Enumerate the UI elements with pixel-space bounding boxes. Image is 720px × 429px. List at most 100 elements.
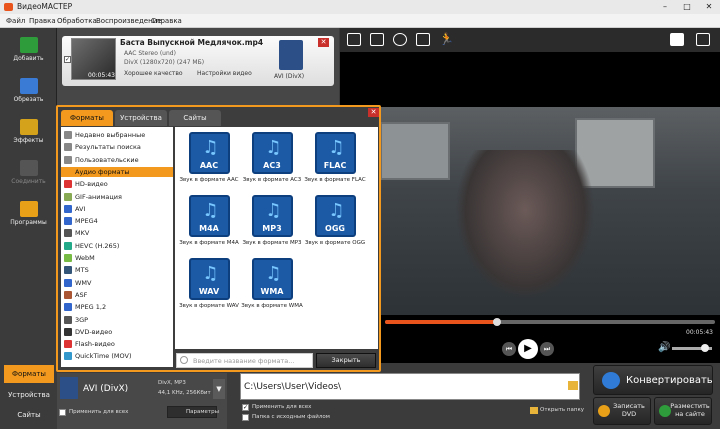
tab-sites[interactable]: Сайты — [4, 406, 54, 424]
dialog-tab-sites[interactable]: Сайты — [169, 110, 221, 126]
category-item[interactable]: MPEG4 — [61, 216, 173, 226]
category-label: AVI — [75, 204, 86, 213]
dialog-close-icon[interactable]: ✕ — [368, 108, 379, 117]
category-item[interactable]: MTS — [61, 265, 173, 275]
category-item[interactable]: Аудио форматы — [61, 166, 173, 177]
maximize-icon[interactable]: □ — [676, 0, 698, 14]
category-item[interactable]: QuickTime (MOV) — [61, 351, 173, 361]
category-item[interactable]: 3GP — [61, 315, 173, 325]
category-item[interactable]: Пользовательские — [61, 155, 173, 165]
dialog-tab-devices[interactable]: Устройства — [115, 110, 167, 126]
category-item[interactable]: Недавно выбранные — [61, 130, 173, 140]
apply-all-output-checkbox[interactable]: ✓ — [242, 404, 249, 411]
category-item[interactable]: GIF-анимация — [61, 192, 173, 202]
programs-button[interactable]: Программы — [4, 198, 53, 233]
format-tile[interactable]: ♫ WMA Звук в формате WMA — [239, 258, 305, 320]
effects-button[interactable]: Эффекты — [4, 116, 53, 151]
output-path-field[interactable]: C:\Users\User\Videos\ — [240, 373, 580, 400]
category-item[interactable]: WMV — [61, 278, 173, 288]
tab-formats[interactable]: Форматы — [4, 365, 54, 383]
menu-process[interactable]: Обработка — [57, 14, 97, 28]
preview-toolbar: 🏃 — [340, 28, 720, 52]
format-search-input[interactable]: Введите название формата... — [176, 353, 313, 368]
source-folder-checkbox[interactable] — [242, 414, 249, 421]
convert-button[interactable]: Конвертировать — [593, 365, 713, 395]
category-item[interactable]: Flash-видео — [61, 339, 173, 349]
app-logo-icon — [4, 3, 13, 11]
dialog-tab-formats[interactable]: Форматы — [61, 110, 113, 126]
join-icon — [19, 160, 38, 176]
crop-icon[interactable] — [347, 33, 361, 46]
search-icon — [180, 356, 188, 364]
add-button[interactable]: Добавить — [4, 34, 53, 69]
format-tile[interactable]: ♫ M4A Звук в формате M4A — [176, 195, 242, 257]
remove-file-icon[interactable]: ✕ — [318, 38, 329, 47]
format-tile[interactable]: ♫ AC3 Звук в формате AC3 — [239, 132, 305, 194]
category-item[interactable]: MPEG 1,2 — [61, 302, 173, 312]
category-icon — [64, 241, 72, 250]
category-item[interactable]: DVD-видео — [61, 327, 173, 337]
fullscreen-icon[interactable] — [696, 33, 710, 46]
category-item[interactable]: AVI — [61, 204, 173, 214]
category-item[interactable]: HEVC (H.265) — [61, 241, 173, 251]
category-icon — [64, 352, 72, 361]
upload-site-button[interactable]: Разместить на сайте — [654, 397, 712, 425]
trim-button[interactable]: Обрезать — [4, 75, 53, 110]
text-icon[interactable] — [416, 33, 430, 46]
category-item[interactable]: ASF — [61, 290, 173, 300]
category-label: ASF — [75, 290, 88, 299]
browse-folder-icon[interactable] — [568, 381, 578, 390]
open-folder-link[interactable]: Открыть папку — [540, 407, 584, 413]
music-note-icon: ♫ — [328, 137, 345, 158]
music-note-icon: ♫ — [202, 200, 219, 221]
format-caption: Звук в формате WMA — [241, 303, 303, 309]
burn-dvd-button[interactable]: Записать DVD — [593, 397, 651, 425]
brightness-icon[interactable] — [393, 33, 407, 46]
quality-label[interactable]: Хорошее качество — [124, 70, 183, 77]
effects-icon — [19, 119, 38, 135]
output-format[interactable]: AVI (DivX) — [83, 384, 128, 394]
join-button[interactable]: Соединить — [4, 157, 53, 192]
dialog-close-button[interactable]: Закрыть — [316, 353, 376, 368]
file-name: Баста Выпускной Медлячок.mp4 — [120, 38, 264, 47]
category-icon — [64, 229, 72, 238]
next-icon[interactable]: ⏭ — [540, 342, 554, 356]
category-icon — [64, 315, 72, 324]
menu-edit[interactable]: Правка — [29, 14, 56, 28]
category-label: MPEG4 — [75, 217, 98, 226]
category-item[interactable]: WebM — [61, 253, 173, 263]
stabilize-icon[interactable] — [370, 33, 384, 46]
convert-icon — [602, 372, 620, 389]
category-icon — [64, 327, 72, 336]
video-settings-link[interactable]: Настройки видео — [197, 70, 252, 77]
format-tile[interactable]: ♫ FLAC Звук в формате FLAC — [302, 132, 368, 194]
speed-icon[interactable]: 🏃 — [439, 33, 454, 46]
format-caption: Звук в формате MP3 — [242, 240, 302, 246]
format-tile[interactable]: ♫ WAV Звук в формате WAV — [176, 258, 242, 320]
music-note-icon: ♫ — [265, 263, 282, 284]
params-button[interactable]: Параметры — [167, 406, 219, 418]
play-button[interactable]: ▶ — [518, 339, 538, 359]
volume-icon[interactable]: 🔊 — [658, 342, 670, 353]
category-item[interactable]: MKV — [61, 228, 173, 238]
category-item[interactable]: HD-видео — [61, 179, 173, 189]
close-window-icon[interactable]: ✕ — [698, 0, 720, 14]
tab-devices[interactable]: Устройства — [4, 386, 54, 404]
format-caption: Звук в формате AAC — [179, 177, 239, 183]
minimize-icon[interactable]: – — [654, 0, 676, 14]
file-checkbox[interactable]: ✓ — [64, 56, 71, 63]
menu-help[interactable]: Справка — [151, 14, 182, 28]
gif-icon[interactable] — [670, 33, 684, 46]
format-tile[interactable]: ♫ AAC Звук в формате AAC — [176, 132, 242, 194]
volume-handle[interactable] — [701, 344, 709, 352]
category-icon — [64, 303, 72, 312]
format-dropdown-icon[interactable]: ▼ — [213, 379, 225, 399]
format-tile[interactable]: ♫ OGG Звук в формате OGG — [302, 195, 368, 257]
format-tile[interactable]: ♫ MP3 Звук в формате MP3 — [239, 195, 305, 257]
audio-format-icon: ♫ AAC — [188, 132, 230, 174]
music-note-icon: ♫ — [265, 137, 282, 158]
apply-all-checkbox[interactable] — [59, 409, 66, 416]
prev-icon[interactable]: ⏮ — [502, 342, 516, 356]
menu-file[interactable]: Файл — [6, 14, 25, 28]
category-item[interactable]: Результаты поиска — [61, 142, 173, 152]
